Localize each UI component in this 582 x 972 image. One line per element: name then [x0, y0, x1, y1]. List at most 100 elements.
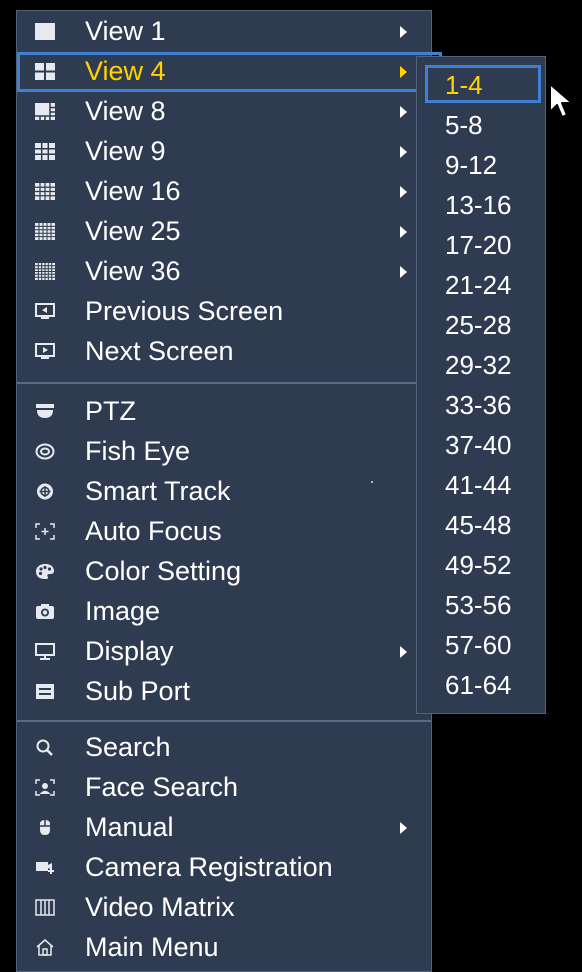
- menu-item-label: PTZ: [85, 396, 136, 426]
- menu-item-camera-registration[interactable]: Camera Registration: [17, 847, 431, 887]
- menu-item-label: Camera Registration: [85, 852, 333, 882]
- menu-item-view-9[interactable]: View 9: [17, 131, 431, 171]
- menu-item-fish-eye[interactable]: Fish Eye: [17, 431, 431, 471]
- context-menu: View 1 View 4 View 8 View 9 View 16 View…: [16, 10, 442, 972]
- submenu-item-61-64[interactable]: 61-64: [417, 665, 545, 705]
- menu-item-label: Sub Port: [85, 676, 191, 706]
- view-9-icon: [35, 143, 55, 160]
- submenu-arrow-icon: [400, 822, 407, 834]
- submenu-item-49-52[interactable]: 49-52: [417, 545, 545, 585]
- camera-icon: [35, 603, 55, 620]
- submenu-arrow-icon: [400, 146, 407, 158]
- menu-item-view-8[interactable]: View 8: [17, 91, 431, 131]
- mouse-cursor-icon: [549, 83, 573, 118]
- auto-focus-icon: [35, 523, 55, 540]
- smart-track-icon: [35, 483, 55, 500]
- view-1-icon: [35, 23, 55, 40]
- menu-item-previous-screen[interactable]: Previous Screen: [17, 291, 431, 331]
- next-screen-icon: [35, 343, 55, 360]
- menu-item-label: Manual: [85, 812, 174, 842]
- menu-separator: [17, 720, 431, 722]
- submenu-arrow-icon: [400, 66, 407, 78]
- view-25-icon: [35, 223, 55, 240]
- camera-registration-icon: [35, 859, 55, 876]
- menu-item-search[interactable]: Search: [17, 727, 431, 767]
- menu-item-manual[interactable]: Manual: [17, 807, 431, 847]
- menu-item-next-screen[interactable]: Next Screen: [17, 331, 431, 371]
- submenu-item-label: 61-64: [445, 670, 512, 700]
- submenu-item-label: 5-8: [445, 110, 483, 140]
- submenu-item-5-8[interactable]: 5-8: [417, 105, 545, 145]
- submenu-item-29-32[interactable]: 29-32: [417, 345, 545, 385]
- menu-item-label: Video Matrix: [85, 892, 235, 922]
- submenu-item-label: 33-36: [445, 390, 512, 420]
- view-4-submenu: 1-4 5-8 9-12 13-16 17-20 21-24 25-28 29-…: [416, 56, 546, 714]
- menu-item-label: Color Setting: [85, 556, 242, 586]
- menu-item-video-matrix[interactable]: Video Matrix: [17, 887, 431, 927]
- submenu-arrow-icon: [400, 646, 407, 658]
- menu-item-view-1[interactable]: View 1: [17, 11, 431, 51]
- menu-item-face-search[interactable]: Face Search: [17, 767, 431, 807]
- menu-item-label: View 36: [85, 256, 181, 286]
- submenu-item-label: 25-28: [445, 310, 512, 340]
- ptz-icon: [35, 403, 55, 420]
- submenu-item-33-36[interactable]: 33-36: [417, 385, 545, 425]
- submenu-item-25-28[interactable]: 25-28: [417, 305, 545, 345]
- fish-eye-icon: [35, 443, 55, 460]
- menu-item-label: View 1: [85, 16, 166, 46]
- submenu-item-57-60[interactable]: 57-60: [417, 625, 545, 665]
- menu-item-color-setting[interactable]: Color Setting: [17, 551, 431, 591]
- submenu-item-45-48[interactable]: 45-48: [417, 505, 545, 545]
- submenu-arrow-icon: [400, 26, 407, 38]
- menu-item-sub-port[interactable]: Sub Port: [17, 671, 431, 711]
- submenu-item-17-20[interactable]: 17-20: [417, 225, 545, 265]
- menu-item-view-16[interactable]: View 16: [17, 171, 431, 211]
- submenu-item-label: 29-32: [445, 350, 512, 380]
- menu-item-label: Main Menu: [85, 932, 219, 962]
- menu-item-display[interactable]: Display: [17, 631, 431, 671]
- menu-item-auto-focus[interactable]: Auto Focus: [17, 511, 431, 551]
- submenu-item-21-24[interactable]: 21-24: [417, 265, 545, 305]
- menu-item-ptz[interactable]: PTZ: [17, 391, 431, 431]
- face-search-icon: [35, 779, 55, 796]
- submenu-item-53-56[interactable]: 53-56: [417, 585, 545, 625]
- submenu-item-label: 49-52: [445, 550, 512, 580]
- sub-port-icon: [35, 683, 55, 700]
- menu-item-image[interactable]: Image: [17, 591, 431, 631]
- submenu-item-label: 41-44: [445, 470, 512, 500]
- view-4-icon: [35, 63, 55, 80]
- view-36-icon: [35, 263, 55, 280]
- submenu-item-37-40[interactable]: 37-40: [417, 425, 545, 465]
- submenu-item-9-12[interactable]: 9-12: [417, 145, 545, 185]
- menu-item-smart-track[interactable]: Smart Track: [17, 471, 431, 511]
- menu-separator: [17, 382, 431, 384]
- menu-item-label: Face Search: [85, 772, 239, 802]
- submenu-item-label: 53-56: [445, 590, 512, 620]
- submenu-item-41-44[interactable]: 41-44: [417, 465, 545, 505]
- view-8-icon: [35, 103, 55, 120]
- menu-item-view-36[interactable]: View 36: [17, 251, 431, 291]
- menu-item-label: Previous Screen: [85, 296, 284, 326]
- menu-item-label: Display: [85, 636, 174, 666]
- monitor-icon: [35, 643, 55, 660]
- menu-item-view-25[interactable]: View 25: [17, 211, 431, 251]
- menu-item-label: Search: [85, 732, 171, 762]
- menu-item-main-menu[interactable]: Main Menu: [17, 927, 431, 967]
- submenu-item-label: 45-48: [445, 510, 512, 540]
- menu-item-label: View 16: [85, 176, 181, 206]
- view-16-icon: [35, 183, 55, 200]
- menu-item-label: View 4: [85, 56, 166, 86]
- submenu-arrow-icon: [400, 106, 407, 118]
- menu-item-view-4[interactable]: View 4: [17, 51, 431, 91]
- submenu-item-13-16[interactable]: 13-16: [417, 185, 545, 225]
- menu-item-label: View 9: [85, 136, 166, 166]
- submenu-item-label: 37-40: [445, 430, 512, 460]
- submenu-item-1-4[interactable]: 1-4: [417, 65, 545, 105]
- video-matrix-icon: [35, 899, 55, 916]
- color-setting-icon: [35, 563, 55, 580]
- manual-icon: [35, 819, 55, 836]
- menu-item-label: View 25: [85, 216, 181, 246]
- submenu-item-label: 17-20: [445, 230, 512, 260]
- submenu-item-label: 13-16: [445, 190, 512, 220]
- submenu-item-label: 9-12: [445, 150, 498, 180]
